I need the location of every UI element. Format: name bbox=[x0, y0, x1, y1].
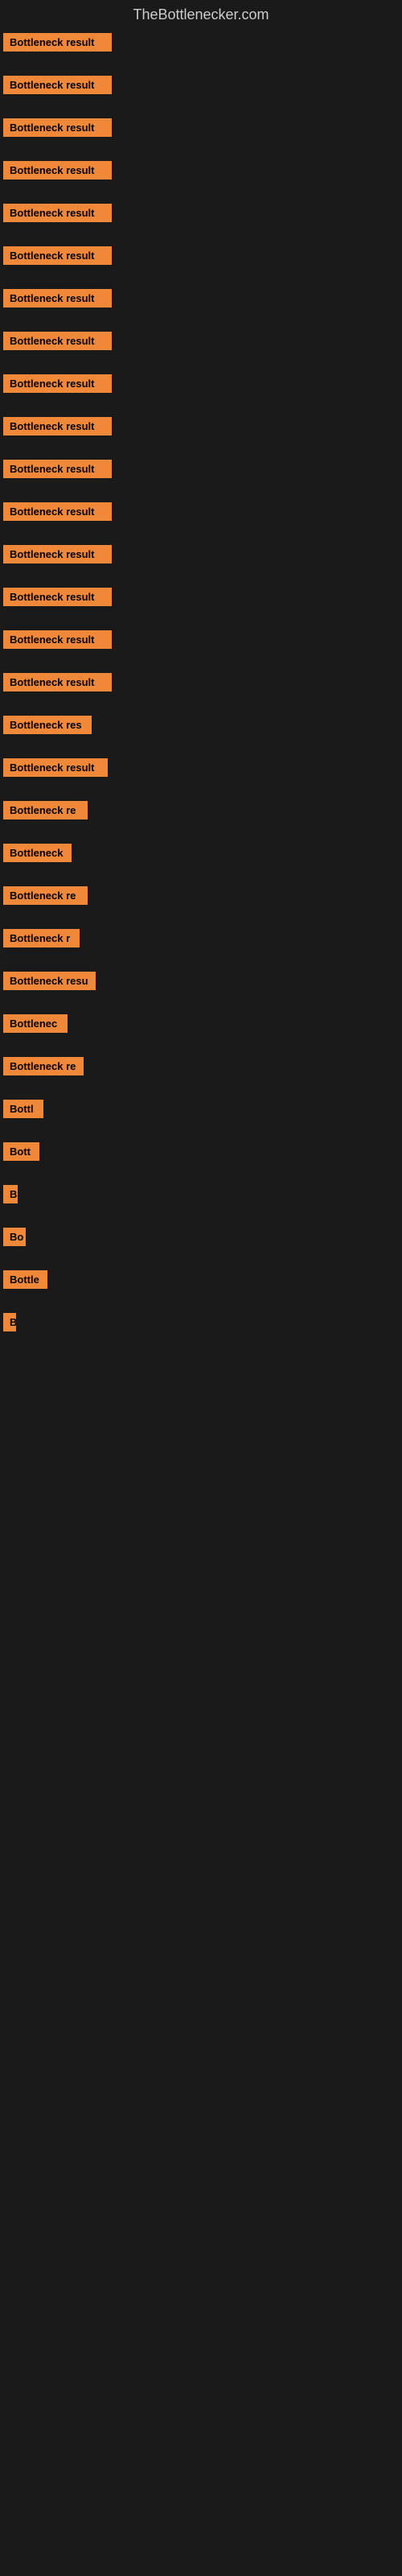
list-item: Bottlenec bbox=[0, 1014, 402, 1033]
bottleneck-result-bar[interactable]: Bottleneck re bbox=[3, 1057, 84, 1075]
list-item: Bottleneck result bbox=[0, 118, 402, 137]
list-item: Bottleneck result bbox=[0, 246, 402, 265]
list-item: Bottleneck result bbox=[0, 460, 402, 478]
bottleneck-result-bar[interactable]: Bottleneck r bbox=[3, 929, 80, 947]
bottleneck-result-bar[interactable]: Bottleneck result bbox=[3, 502, 112, 521]
list-item: Bottleneck result bbox=[0, 630, 402, 649]
bottleneck-result-bar[interactable]: Bottleneck result bbox=[3, 161, 112, 180]
list-item: Bottleneck result bbox=[0, 289, 402, 308]
list-item: Bottleneck bbox=[0, 844, 402, 862]
list-item: Bottl bbox=[0, 1100, 402, 1118]
list-item: Bo bbox=[0, 1228, 402, 1246]
bottleneck-result-bar[interactable]: Bottleneck result bbox=[3, 204, 112, 222]
bottleneck-result-bar[interactable]: Bottle bbox=[3, 1270, 47, 1289]
list-item: Bottleneck result bbox=[0, 374, 402, 393]
bottleneck-result-bar[interactable]: B bbox=[3, 1185, 18, 1203]
bottleneck-result-bar[interactable]: Bottleneck result bbox=[3, 588, 112, 606]
list-item: Bottleneck re bbox=[0, 801, 402, 819]
list-item: Bottleneck resu bbox=[0, 972, 402, 990]
list-item: Bottle bbox=[0, 1270, 402, 1289]
bottleneck-result-bar[interactable]: B bbox=[3, 1313, 16, 1331]
bottleneck-result-bar[interactable]: Bottleneck result bbox=[3, 332, 112, 350]
bottleneck-result-bar[interactable]: Bottleneck result bbox=[3, 545, 112, 564]
bottleneck-result-bar[interactable]: Bottleneck result bbox=[3, 76, 112, 94]
bottleneck-result-bar[interactable]: Bottleneck res bbox=[3, 716, 92, 734]
bottleneck-result-bar[interactable]: Bottleneck result bbox=[3, 673, 112, 691]
bars-container: Bottleneck result Bottleneck result Bottle… bbox=[0, 33, 402, 1331]
bottleneck-result-bar[interactable]: Bottlenec bbox=[3, 1014, 68, 1033]
bottleneck-result-bar[interactable]: Bottleneck result bbox=[3, 118, 112, 137]
list-item: Bottleneck re bbox=[0, 886, 402, 905]
list-item: Bottleneck result bbox=[0, 502, 402, 521]
list-item: Bott bbox=[0, 1142, 402, 1161]
list-item: Bottleneck re bbox=[0, 1057, 402, 1075]
bottleneck-result-bar[interactable]: Bottleneck result bbox=[3, 630, 112, 649]
bottleneck-result-bar[interactable]: Bottleneck bbox=[3, 844, 72, 862]
list-item: Bottleneck result bbox=[0, 758, 402, 777]
list-item: B bbox=[0, 1185, 402, 1203]
bottleneck-result-bar[interactable]: Bottleneck result bbox=[3, 289, 112, 308]
list-item: Bottleneck r bbox=[0, 929, 402, 947]
bottleneck-result-bar[interactable]: Bott bbox=[3, 1142, 39, 1161]
bottleneck-result-bar[interactable]: Bottleneck result bbox=[3, 417, 112, 436]
list-item: Bottleneck result bbox=[0, 417, 402, 436]
list-item: B bbox=[0, 1313, 402, 1331]
page-wrapper: TheBottlenecker.com Bottleneck resultBot… bbox=[0, 0, 402, 1331]
bottleneck-result-bar[interactable]: Bottleneck result bbox=[3, 374, 112, 393]
bottleneck-result-bar[interactable]: Bo bbox=[3, 1228, 26, 1246]
bottleneck-result-bar[interactable]: Bottleneck re bbox=[3, 886, 88, 905]
site-title: TheBottlenecker.com bbox=[0, 0, 402, 33]
list-item: Bottleneck result bbox=[0, 204, 402, 222]
list-item: Bottleneck result bbox=[0, 76, 402, 94]
list-item: Bottleneck result bbox=[0, 588, 402, 606]
bottleneck-result-bar[interactable]: Bottleneck result bbox=[3, 758, 108, 777]
bottleneck-result-bar[interactable]: Bottleneck result bbox=[3, 460, 112, 478]
bottleneck-result-bar[interactable]: Bottleneck resu bbox=[3, 972, 96, 990]
bottleneck-result-bar[interactable]: Bottleneck result bbox=[3, 33, 112, 52]
bottleneck-result-bar[interactable]: Bottl bbox=[3, 1100, 43, 1118]
list-item: Bottleneck result bbox=[0, 545, 402, 564]
list-item: Bottleneck result bbox=[0, 332, 402, 350]
list-item: Bottleneck result bbox=[0, 673, 402, 691]
list-item: Bottleneck result bbox=[0, 161, 402, 180]
bottleneck-result-bar[interactable]: Bottleneck result bbox=[3, 246, 112, 265]
bottleneck-result-bar[interactable]: Bottleneck re bbox=[3, 801, 88, 819]
list-item: Bottleneck res bbox=[0, 716, 402, 734]
list-item: Bottleneck result bbox=[0, 33, 402, 52]
